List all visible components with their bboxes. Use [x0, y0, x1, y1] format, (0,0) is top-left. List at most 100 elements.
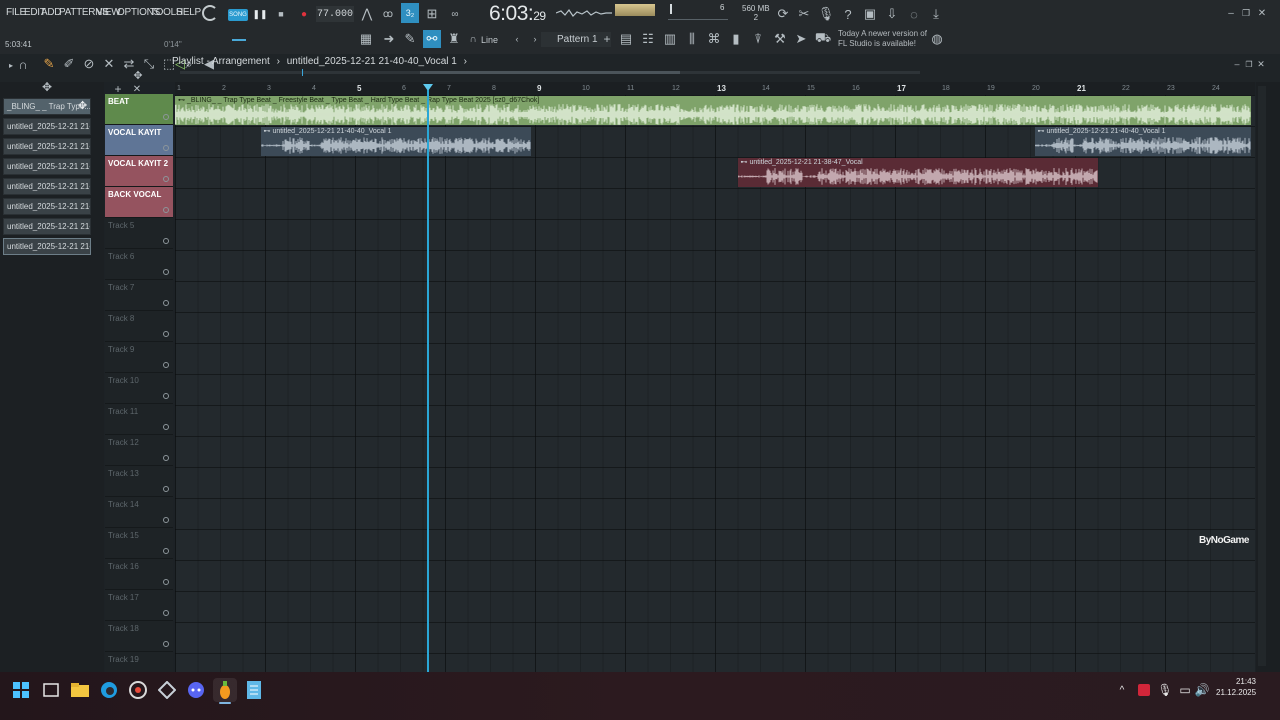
track-header[interactable]: Track 14	[105, 497, 173, 528]
discord-icon[interactable]	[184, 678, 208, 702]
track-mute-indicator[interactable]	[163, 548, 169, 554]
track-header[interactable]: Track 10	[105, 373, 173, 404]
track-resize-icon[interactable]: ✥	[129, 66, 147, 84]
chrome-icon[interactable]	[126, 678, 150, 702]
track-mute-indicator[interactable]	[163, 145, 169, 151]
horizontal-scroll-thumb[interactable]	[420, 71, 680, 74]
step-edit-icon[interactable]: ⊞	[423, 5, 441, 23]
delete-tool-icon[interactable]: ⊘	[80, 55, 98, 73]
track-header[interactable]: Track 17	[105, 590, 173, 621]
microphone-icon[interactable]: 🎙	[817, 5, 835, 23]
track-header[interactable]: VOCAL KAYIT	[105, 125, 173, 156]
track-mute-indicator[interactable]	[163, 238, 169, 244]
track-header[interactable]: Track 13	[105, 466, 173, 497]
clip-move-icon[interactable]: ✥	[78, 99, 87, 112]
playhead[interactable]	[427, 90, 429, 672]
track-mute-indicator[interactable]	[163, 114, 169, 120]
file-explorer-icon[interactable]	[68, 678, 92, 702]
track-header[interactable]: Track 6	[105, 249, 173, 280]
fl-studio-icon[interactable]	[213, 678, 237, 702]
clip-list-item[interactable]: untitled_2025-12-21 21-...	[3, 238, 91, 255]
track-header[interactable]: Track 7	[105, 280, 173, 311]
app-icon[interactable]	[155, 678, 179, 702]
tempo-display[interactable]: 77.000	[316, 6, 354, 22]
song-mode-toggle[interactable]: SONG	[228, 9, 248, 21]
piano-roll-icon[interactable]: ▦	[357, 30, 375, 48]
news-panel[interactable]: Today A newer version of FL Studio is av…	[838, 29, 933, 49]
notepad-icon[interactable]	[242, 678, 266, 702]
task-view-icon[interactable]	[39, 678, 63, 702]
clip-list-item[interactable]: untitled_2025-12-21 21-...	[3, 218, 91, 235]
clip-panel-move-icon[interactable]: ✥	[38, 78, 56, 96]
download-icon[interactable]: ⤓	[927, 5, 945, 23]
playlist-close-icon[interactable]: ✕	[1252, 55, 1270, 73]
stop-icon[interactable]: ■	[272, 5, 290, 23]
channel-rack-icon[interactable]: ☷	[639, 30, 657, 48]
magnet-icon[interactable]: ∩	[464, 30, 482, 48]
plugin-icon[interactable]: ⍒	[749, 30, 767, 48]
metronome-icon[interactable]: ⋀	[358, 5, 376, 23]
audio-clip[interactable]: ⊷ _BLING_ _ Trap Type Beat _ Freestyle B…	[175, 96, 1251, 125]
audio-clip[interactable]: ⊷ untitled_2025-12-21 21-38-47_Vocal	[737, 158, 1098, 187]
track-header[interactable]: Track 15	[105, 528, 173, 559]
playlist-window-icon[interactable]: ▤	[617, 30, 635, 48]
file-icon[interactable]: ▮	[727, 30, 745, 48]
track-header[interactable]: BEAT	[105, 94, 173, 125]
edge-browser-icon[interactable]	[97, 678, 121, 702]
menu-file[interactable]: FILE	[6, 7, 26, 18]
loop-record-icon[interactable]: ∞	[446, 5, 464, 23]
position-slider[interactable]	[232, 39, 246, 41]
cart-icon[interactable]: ⛟	[814, 30, 832, 48]
track-mute-indicator[interactable]	[163, 300, 169, 306]
save-icon[interactable]: ▣	[861, 5, 879, 23]
clip-list-item[interactable]: untitled_2025-12-21 21-...	[3, 178, 91, 195]
pencil-icon[interactable]: ✎	[401, 30, 419, 48]
record-icon[interactable]: ●	[295, 5, 313, 23]
track-mute-indicator[interactable]	[163, 424, 169, 430]
stamp-icon[interactable]: ♜	[445, 30, 463, 48]
track-header[interactable]: Track 8	[105, 311, 173, 342]
track-mute-indicator[interactable]	[163, 579, 169, 585]
clip-list-item[interactable]: untitled_2025-12-21 21-...	[3, 158, 91, 175]
track-header[interactable]: Track 5	[105, 218, 173, 249]
tempo-tap-icon[interactable]: ⚒	[771, 30, 789, 48]
draw-tool-icon[interactable]: ✎	[40, 55, 58, 73]
link-icon[interactable]: ⚯	[423, 30, 441, 48]
arrow-icon[interactable]: ➜	[380, 30, 398, 48]
track-mute-indicator[interactable]	[163, 331, 169, 337]
track-mute-indicator[interactable]	[163, 517, 169, 523]
browser-icon[interactable]: ⌘	[705, 30, 723, 48]
playlist-breadcrumb[interactable]: untitled_2025-12-21 21-40-40_Vocal 1	[287, 56, 457, 67]
add-pattern-icon[interactable]: +	[598, 30, 616, 48]
menu-help[interactable]: HELP	[176, 7, 201, 18]
track-mute-indicator[interactable]	[163, 641, 169, 647]
track-header[interactable]: Track 18	[105, 621, 173, 652]
wait-record-icon[interactable]: ꝏ	[379, 5, 397, 23]
countdown-icon[interactable]: 3₂	[401, 3, 419, 23]
audio-clip[interactable]: ⊷ untitled_2025-12-21 21-40-40_Vocal 1	[260, 127, 531, 156]
track-header[interactable]: VOCAL KAYIT 2	[105, 156, 173, 187]
piano-roll-window-icon[interactable]: ▥	[661, 30, 679, 48]
timeline-ruler[interactable]: 1 2 3 4 5 6 7 8 9 10 11 12 13 14 15 16 17 18 19 20 21 22 23 24	[175, 82, 1255, 95]
mute-tool-icon[interactable]: ✕	[100, 55, 118, 73]
track-header[interactable]: Track 12	[105, 435, 173, 466]
audio-clip[interactable]: ⊷ untitled_2025-12-21 21-40-40_Vocal 1	[1034, 127, 1251, 156]
track-mute-indicator[interactable]	[163, 269, 169, 275]
tray-expand-icon[interactable]: ^	[1110, 678, 1134, 702]
help-icon[interactable]: ?	[839, 5, 857, 23]
track-mute-indicator[interactable]	[163, 207, 169, 213]
master-volume-slider[interactable]	[668, 19, 728, 20]
account-icon[interactable]: ◍	[928, 30, 946, 48]
pause-icon[interactable]: ❚❚	[251, 5, 269, 23]
snap-selector[interactable]: Line	[481, 35, 498, 45]
clip-list-item[interactable]: untitled_2025-12-21 21-...	[3, 118, 91, 135]
refresh-icon[interactable]: ⟳	[774, 5, 792, 23]
playlist-grid[interactable]: ⊷ _BLING_ _ Trap Type Beat _ Freestyle B…	[175, 95, 1255, 672]
track-header[interactable]: BACK VOCAL	[105, 187, 173, 218]
volume-icon[interactable]: 🔊	[1190, 678, 1214, 702]
track-mute-indicator[interactable]	[163, 176, 169, 182]
track-header[interactable]: Track 16	[105, 559, 173, 590]
chat-icon[interactable]: ◌	[905, 5, 923, 23]
system-clock[interactable]: 21:43 21.12.2025	[1216, 676, 1256, 698]
track-mute-indicator[interactable]	[163, 393, 169, 399]
